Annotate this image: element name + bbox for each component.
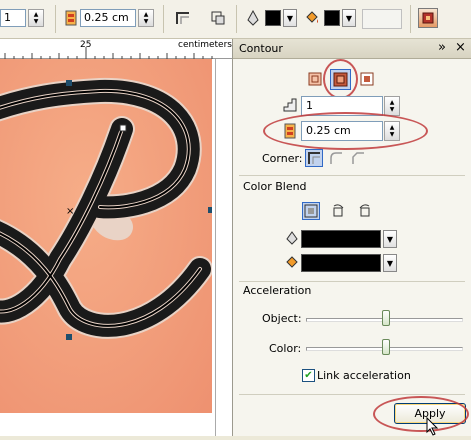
outline-color-swatch[interactable] <box>301 230 381 248</box>
mouse-cursor-icon <box>426 416 440 440</box>
clockwise-blend-button[interactable] <box>329 202 347 220</box>
color-blend-heading: Color Blend <box>243 180 307 193</box>
toolbar-separator <box>163 5 164 33</box>
fill-color-icon <box>285 255 299 272</box>
panel-close-icon[interactable]: × <box>455 40 466 55</box>
corner-label: Corner: <box>262 152 303 165</box>
horizontal-ruler: 25 centimeters <box>0 39 232 59</box>
section-divider <box>239 175 465 176</box>
link-acceleration-label: Link acceleration <box>317 369 411 382</box>
object-acceleration-label: Object: <box>262 312 302 325</box>
panel-header: Contour » × <box>233 39 471 59</box>
highlight-oval-offset <box>263 112 428 150</box>
counterclockwise-blend-button[interactable] <box>356 202 374 220</box>
ruler-tick-label: 25 <box>80 40 92 50</box>
outline-pen-icon <box>244 9 262 27</box>
corner-mitered-button[interactable] <box>305 149 323 167</box>
toolbar-steps-spinner[interactable]: ▲ ▼ <box>28 9 44 27</box>
highlight-oval-apply <box>373 396 469 432</box>
fill-color-dropdown[interactable]: ▼ <box>383 254 397 272</box>
toolbar-separator <box>236 5 237 33</box>
corner-type-icon[interactable] <box>174 9 192 27</box>
contoured-glyph-artwork[interactable]: × <box>0 59 212 413</box>
section-divider <box>239 281 465 282</box>
outline-color-icon <box>286 231 298 248</box>
outline-color-dropdown[interactable]: ▼ <box>383 230 397 248</box>
outside-contour-button[interactable] <box>358 70 376 88</box>
toolbar-separator <box>410 5 411 33</box>
color-acceleration-label: Color: <box>269 342 302 355</box>
color-acceleration-slider-thumb[interactable] <box>382 339 391 355</box>
toolbar-separator <box>55 5 56 33</box>
toolbar-offset-spinner[interactable]: ▲ ▼ <box>138 9 154 27</box>
drawing-page[interactable]: × <box>0 59 212 413</box>
corner-round-button[interactable] <box>327 149 345 167</box>
toolbar-disabled-color-field <box>362 9 402 29</box>
toolbar-offset-input[interactable]: 0.25 cm <box>80 9 136 27</box>
copy-contour-properties-icon[interactable] <box>418 8 438 28</box>
fill-color-swatch[interactable] <box>301 254 381 272</box>
toolbar-fill-color-dropdown[interactable]: ▼ <box>342 9 356 27</box>
offset-icon <box>62 9 80 27</box>
vertical-scrollbar-area[interactable] <box>215 59 232 436</box>
toolbar-outline-color-swatch[interactable] <box>265 10 281 26</box>
panel-expand-icon[interactable]: » <box>438 40 446 55</box>
ruler-units-label: centimeters <box>178 40 232 50</box>
contour-docker-panel: Contour » × 1 ▲ ▼ 0.25 cm ▲ ▼ Corner: Colo… <box>232 39 471 436</box>
section-divider <box>239 394 465 395</box>
fill-bucket-icon <box>303 9 321 27</box>
selection-handle-top <box>66 80 72 86</box>
selection-handle-right <box>208 207 212 213</box>
highlight-oval-inside <box>323 59 358 99</box>
contour-options-icon[interactable] <box>209 9 227 27</box>
acceleration-heading: Acceleration <box>243 284 312 297</box>
toolbar-fill-color-swatch[interactable] <box>324 10 340 26</box>
to-center-button[interactable] <box>306 70 324 88</box>
toolbar-outline-color-dropdown[interactable]: ▼ <box>283 9 297 27</box>
selection-handle-bottom <box>66 334 72 340</box>
panel-title: Contour <box>239 42 283 55</box>
corner-bevel-button[interactable] <box>349 149 367 167</box>
property-bar: 1 ▲ ▼ 0.25 cm ▲ ▼ ▼ ▼ <box>0 0 471 39</box>
steps-spinner[interactable]: ▲ ▼ <box>384 96 400 116</box>
center-marker: × <box>66 206 74 217</box>
link-acceleration-checkbox[interactable]: ✔ <box>302 369 315 382</box>
toolbar-steps-input[interactable]: 1 <box>0 9 26 27</box>
steps-icon <box>283 98 297 115</box>
linear-blend-button[interactable] <box>302 202 320 220</box>
contour-control-handle <box>119 124 127 132</box>
object-acceleration-slider-thumb[interactable] <box>382 310 391 326</box>
